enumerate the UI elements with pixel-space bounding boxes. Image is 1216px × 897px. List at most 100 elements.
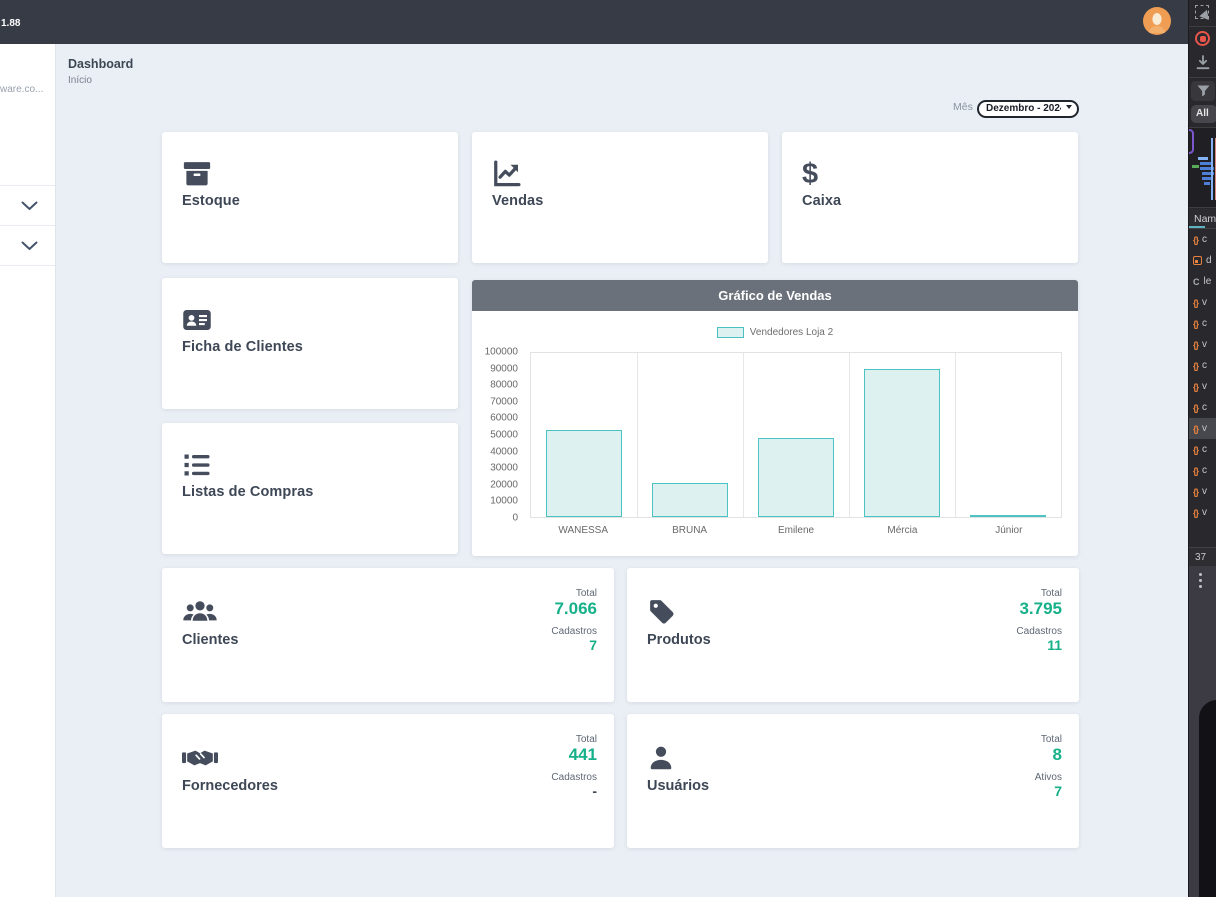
shortcut-label: Listas de Compras: [182, 484, 313, 500]
network-request-row[interactable]: {} c: [1189, 397, 1216, 418]
network-request-row[interactable]: Cle: [1189, 271, 1216, 292]
overview-bar: [1198, 157, 1208, 160]
network-overview-timeline[interactable]: [1189, 127, 1216, 208]
chevron-down-icon: [21, 201, 38, 211]
chart-y-axis: 1000009000080000700006000050000400003000…: [472, 352, 524, 518]
network-request-row[interactable]: {} c: [1189, 439, 1216, 460]
chart-bar-WANESSA: [546, 430, 622, 517]
handshake-icon: [182, 742, 218, 774]
network-request-row[interactable]: {}v: [1189, 334, 1216, 355]
chart-bar-Emilene: [758, 438, 834, 517]
stat-card-label: Fornecedores: [182, 778, 278, 794]
request-name: c: [1202, 318, 1207, 329]
shortcut-card-listas-de-compras[interactable]: Listas de Compras: [162, 423, 458, 554]
request-name: c: [1202, 234, 1207, 245]
y-axis-tick-label: 90000: [490, 363, 518, 374]
x-axis-category-label: WANESSA: [530, 525, 636, 536]
y-axis-tick-label: 10000: [490, 496, 518, 507]
user-icon: [647, 742, 675, 774]
filter-chip-all[interactable]: All: [1191, 105, 1216, 123]
sidebar-item-collapsible-1[interactable]: [0, 185, 55, 225]
sidebar-item-collapsible-2[interactable]: [0, 225, 55, 265]
filter-button[interactable]: [1191, 81, 1215, 101]
kebab-menu-icon[interactable]: [1199, 573, 1202, 591]
device-preview-shape: [1199, 700, 1216, 897]
funnel-icon: [1197, 85, 1210, 97]
x-axis-category-label: Júnior: [956, 525, 1062, 536]
request-name: c: [1202, 465, 1207, 476]
network-request-list: {}cdCle{}v{}c{}v{}c{}v{}c{}v{}c{}c{}v{}v: [1189, 229, 1216, 523]
record-network-log-button[interactable]: [1195, 31, 1210, 46]
overview-bar: [1192, 165, 1199, 168]
devtools-divider: [1189, 77, 1216, 78]
shortcut-label: Ficha de Clientes: [182, 339, 303, 355]
stat-card-label: Clientes: [182, 632, 238, 648]
vertical-gridline: [955, 353, 956, 517]
network-request-row[interactable]: {}v: [1189, 418, 1216, 439]
x-axis-category-label: BRUNA: [636, 525, 742, 536]
network-request-row[interactable]: {}v: [1189, 502, 1216, 523]
stat-metrics: Total 441 Cadastros -: [551, 734, 597, 800]
request-name: c: [1202, 444, 1207, 455]
request-count: 37: [1189, 547, 1216, 566]
vertical-gridline: [743, 353, 744, 517]
tag-icon: [647, 596, 677, 628]
request-name: c: [1202, 402, 1207, 413]
network-request-row[interactable]: {}c: [1189, 355, 1216, 376]
media-file-icon: [1193, 256, 1202, 265]
page-title: Dashboard: [68, 57, 133, 71]
network-request-row[interactable]: d: [1189, 250, 1216, 271]
vertical-gridline: [637, 353, 638, 517]
stat-card-fornecedores: Fornecedores Total 441 Cadastros -: [162, 714, 614, 848]
name-column-label: Nam: [1194, 213, 1216, 225]
stat-metrics: Total 8 Ativos 7: [1035, 734, 1062, 800]
overview-load-marker: [1211, 138, 1213, 200]
request-name: v: [1202, 486, 1207, 497]
overview-bar: [1202, 177, 1211, 180]
y-axis-tick-label: 100000: [485, 347, 518, 358]
script-file-icon: {}: [1193, 403, 1198, 413]
shortcut-label: Caixa: [802, 193, 841, 209]
shortcut-card-estoque[interactable]: Estoque: [162, 132, 458, 263]
chart-bar-Júnior: [970, 515, 1046, 517]
inspect-element-icon[interactable]: [1195, 5, 1209, 19]
dollar-icon: $: [802, 159, 832, 189]
archive-box-icon: [182, 159, 212, 189]
topbar-left-text: 1.88: [1, 18, 20, 29]
x-axis-category-label: Mércia: [849, 525, 955, 536]
user-avatar[interactable]: [1143, 7, 1171, 35]
metric-value: 8: [1035, 745, 1062, 765]
script-file-icon: {}: [1193, 298, 1198, 308]
network-request-row[interactable]: {}v: [1189, 292, 1216, 313]
script-file-icon: {}: [1193, 235, 1198, 245]
devtools-divider: [1189, 26, 1216, 27]
script-file-icon: {}: [1193, 445, 1198, 455]
network-name-column-header[interactable]: Nam: [1189, 209, 1216, 229]
request-name: d: [1206, 255, 1212, 266]
shortcut-card-caixa[interactable]: $ Caixa: [782, 132, 1078, 263]
breadcrumb: Início: [68, 75, 92, 86]
metric-label: Cadastros: [1016, 626, 1062, 637]
metric-value: 3.795: [1016, 599, 1062, 619]
network-request-row[interactable]: {}c: [1189, 313, 1216, 334]
stat-card-produtos: Produtos Total 3.795 Cadastros 11: [627, 568, 1079, 702]
script-file-icon: {}: [1193, 424, 1198, 434]
person-icon: [1148, 11, 1166, 33]
network-request-row[interactable]: {}c: [1189, 460, 1216, 481]
script-file-icon: {}: [1193, 508, 1198, 518]
chart-x-axis: WANESSABRUNAEmileneMérciaJúnior: [530, 525, 1062, 536]
import-har-icon[interactable]: [1195, 54, 1211, 71]
metric-value: 7: [551, 637, 597, 654]
sales-chart-panel: Gráfico de Vendas Vendedores Loja 2 1000…: [472, 280, 1078, 556]
users-icon: [182, 596, 218, 628]
shortcut-card-vendas[interactable]: Vendas: [472, 132, 768, 263]
metric-value: 7: [1035, 783, 1062, 800]
network-request-row[interactable]: {} c: [1189, 229, 1216, 250]
month-select-label: Mês: [953, 101, 973, 113]
list-icon: [182, 450, 212, 480]
network-request-row[interactable]: {}v: [1189, 481, 1216, 502]
sidebar-account-text: ware.co...: [0, 84, 54, 95]
shortcut-card-ficha-de-clientes[interactable]: Ficha de Clientes: [162, 278, 458, 409]
month-select[interactable]: Dezembro - 2024: [977, 100, 1079, 118]
network-request-row[interactable]: {}v: [1189, 376, 1216, 397]
